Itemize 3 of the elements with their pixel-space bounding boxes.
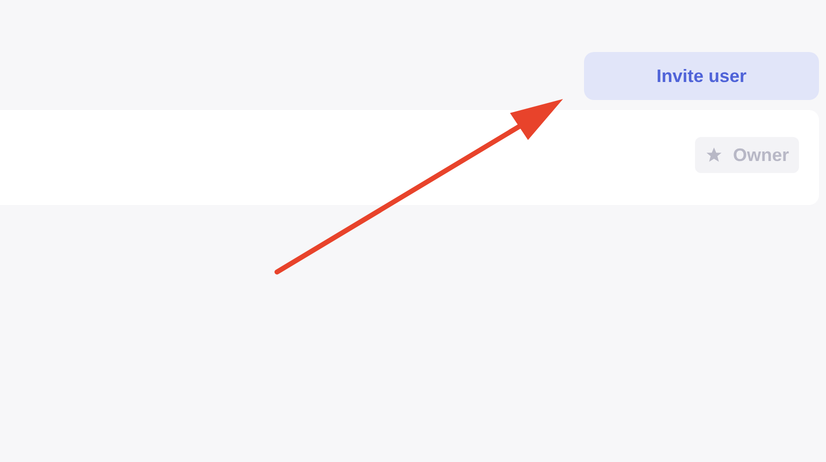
owner-badge: Owner xyxy=(694,137,799,173)
star-icon xyxy=(704,146,723,164)
invite-user-button[interactable]: Invite user xyxy=(584,52,819,100)
